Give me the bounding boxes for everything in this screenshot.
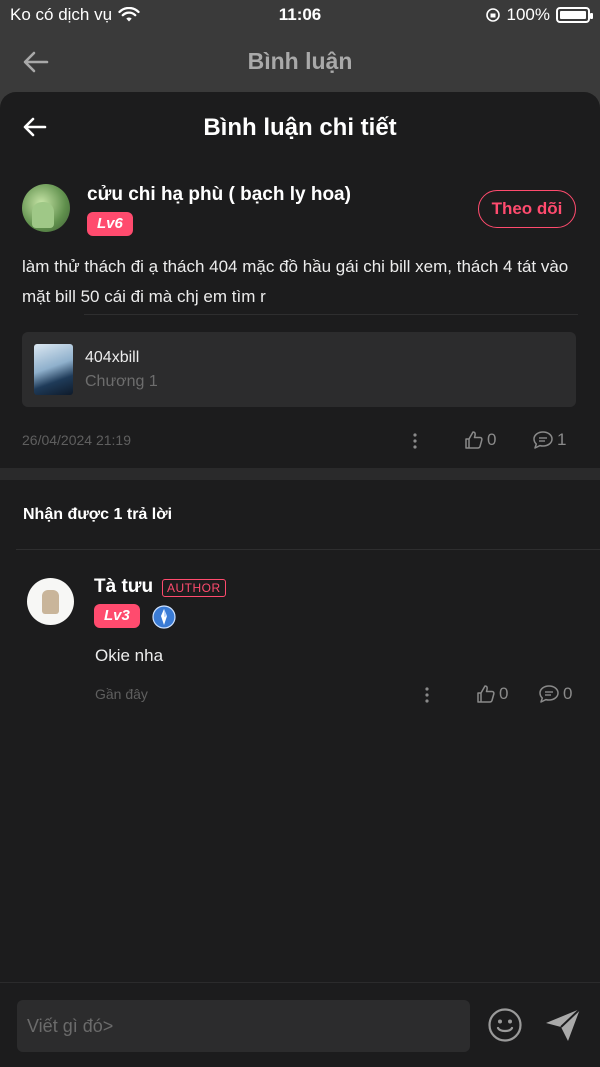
vip-badge-icon [152,605,176,629]
thumb-up-icon [477,685,495,703]
chapter-thumbnail [34,344,73,395]
comment-timestamp: 26/04/2024 21:19 [22,432,131,448]
emoji-icon[interactable] [487,1007,523,1043]
follow-button[interactable]: Theo dõi [478,190,576,228]
comment-detail-sheet: Bình luận chi tiết cửu chi hạ phù ( bạch… [0,92,600,1067]
more-vertical-icon[interactable] [410,430,420,452]
like-count: 0 [487,430,497,449]
section-divider [0,468,600,480]
background-title: Bình luận [247,48,353,74]
like-button[interactable]: 0 [476,684,508,704]
comment-text: làm thử thách đi ạ thách 404 mặc đồ hầu … [22,257,569,306]
divider [16,549,600,550]
like-count: 0 [499,684,509,703]
status-right: 100% [485,5,593,25]
reply-button[interactable]: 0 [538,684,572,704]
level-badge: Lv3 [94,604,140,628]
more-vertical-icon[interactable] [422,684,432,706]
like-button[interactable]: 0 [464,430,496,450]
battery-icon [556,7,593,23]
reply-username[interactable]: Tà tưu [94,576,153,598]
divider [84,314,578,315]
level-badge: Lv6 [87,212,133,236]
send-icon[interactable] [544,1007,582,1043]
background-header: Bình luận [0,32,600,90]
reply-meta-row: Gần đây 0 0 [0,684,600,706]
chapter-subtitle: Chương 1 [85,373,158,390]
chapter-card[interactable]: 404xbill Chương 1 [22,332,576,407]
sheet-title: Bình luận chi tiết [203,114,397,141]
replies-count-label: Nhận được 1 trả lời [23,506,173,523]
thumb-up-icon [465,431,483,449]
reply-text: Okie nha [95,646,164,665]
status-bar: Ko có dịch vụ 11:06 100% [0,0,600,32]
battery-text: 100% [506,5,550,24]
comment-username[interactable]: cửu chi hạ phù ( bạch ly hoa) [87,184,351,206]
chapter-name: 404xbill [85,349,140,366]
reply-count: 1 [557,430,567,449]
author-tag: AUTHOR [162,579,226,597]
comment-meta-row: 26/04/2024 21:19 0 1 [22,430,578,454]
reply-button[interactable]: 1 [532,430,566,450]
comment-icon [539,685,559,703]
reply-count: 0 [563,684,573,703]
comment-input-bar [0,982,600,1067]
comment-input[interactable] [17,1000,470,1052]
avatar[interactable] [27,578,74,625]
comment-icon [533,431,553,449]
avatar[interactable] [22,184,70,232]
reply-timestamp: Gần đây [95,686,148,702]
sheet-header: Bình luận chi tiết [0,92,600,162]
orientation-lock-icon [485,8,500,22]
